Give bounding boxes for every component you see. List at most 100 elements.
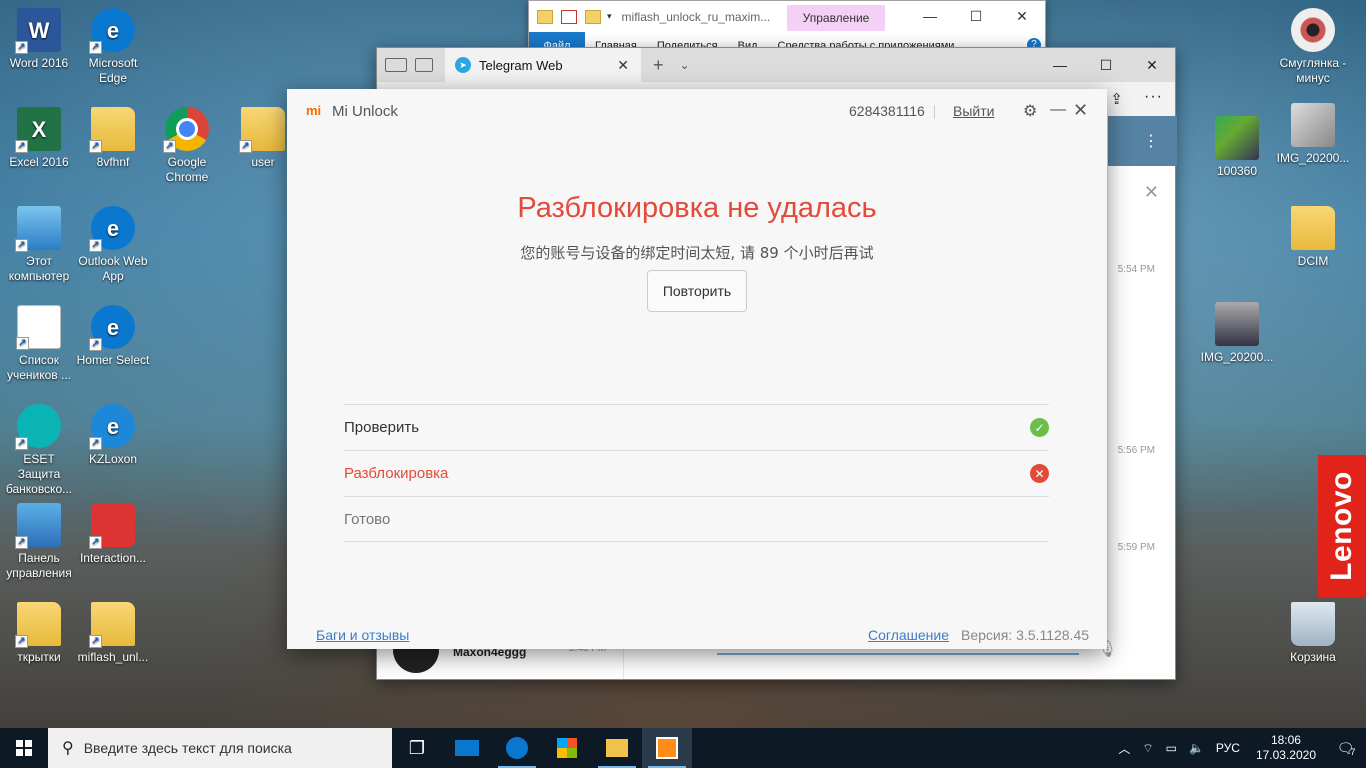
- chevron-up-icon[interactable]: ︿: [1112, 740, 1136, 757]
- folder-icon: [1291, 206, 1335, 250]
- desktop-icon[interactable]: ↗ Панель управления: [2, 503, 76, 581]
- shortcut-arrow-icon: ↗: [89, 437, 102, 450]
- desktop-icon-label: DCIM: [1297, 254, 1329, 268]
- agreement-link[interactable]: Соглашение: [868, 627, 949, 643]
- shortcut-arrow-icon: ↗: [15, 239, 28, 252]
- desktop-icon[interactable]: Корзина: [1276, 602, 1350, 665]
- image-icon: [1215, 116, 1259, 160]
- volume-icon[interactable]: 🔈: [1183, 741, 1210, 755]
- shortcut-arrow-icon: ↗: [15, 635, 28, 648]
- new-folder-icon[interactable]: [585, 9, 601, 24]
- desktop-icon[interactable]: ↗ 8vfhnf: [76, 107, 150, 170]
- edge-maximize-button[interactable]: ☐: [1083, 48, 1129, 82]
- desktop-icon[interactable]: DCIM: [1276, 206, 1350, 269]
- system-tray: ︿ ⌔ ▭ 🔈 РУС 18:06 17.03.2020 🗨 7: [1112, 728, 1366, 768]
- desktop-icon[interactable]: e ↗ Microsoft Edge: [76, 8, 150, 86]
- shortcut-arrow-icon: ↗: [89, 41, 102, 54]
- desktop-icon[interactable]: IMG_20200...: [1276, 103, 1350, 166]
- taskbar-mail[interactable]: [442, 728, 492, 768]
- desktop-icon[interactable]: X ↗ Excel 2016: [2, 107, 76, 170]
- explorer-maximize-button[interactable]: ☐: [953, 1, 999, 31]
- control-panel-icon: ↗: [15, 503, 61, 549]
- network-icon[interactable]: ⌔: [1136, 741, 1159, 756]
- bugs-feedback-link[interactable]: Баги и отзывы: [316, 627, 409, 643]
- taskbar-explorer[interactable]: [592, 728, 642, 768]
- desktop-icon-label: Homer Select: [76, 353, 150, 367]
- desktop-icon[interactable]: ↗ Список учеников ...: [2, 305, 76, 383]
- desktop-icon[interactable]: W ↗ Word 2016: [2, 8, 76, 71]
- telegram-icon: ➤: [455, 57, 471, 73]
- clock[interactable]: 18:06 17.03.2020: [1246, 733, 1326, 763]
- edge-minimize-button[interactable]: —: [1037, 48, 1083, 82]
- eset-icon: ↗: [15, 404, 61, 450]
- notification-center-button[interactable]: 🗨 7: [1326, 728, 1366, 768]
- taskbar-edge[interactable]: [492, 728, 542, 768]
- desktop-icon-label: Excel 2016: [9, 155, 69, 169]
- taskbar-store[interactable]: [542, 728, 592, 768]
- tab-close-icon[interactable]: ✕: [617, 57, 629, 74]
- excel-icon: X ↗: [15, 107, 61, 153]
- battery-icon[interactable]: ▭: [1160, 741, 1183, 755]
- manage-tab[interactable]: Управление: [787, 5, 885, 31]
- desktop-icon-label: Google Chrome: [165, 155, 209, 184]
- desktop-icon[interactable]: e ↗ Homer Select: [76, 305, 150, 368]
- close-icon[interactable]: ✕: [1144, 182, 1159, 203]
- taskbar-mi-unlock[interactable]: [642, 728, 692, 768]
- shortcut-arrow-icon: ↗: [239, 140, 252, 153]
- tabs-dropdown-icon[interactable]: ⌄: [680, 58, 690, 72]
- computer-icon: ↗: [15, 206, 61, 252]
- language-indicator[interactable]: РУС: [1210, 741, 1246, 755]
- minimize-icon[interactable]: —: [1050, 101, 1066, 119]
- shortcut-arrow-icon: ↗: [15, 437, 28, 450]
- share-icon[interactable]: ⇪: [1110, 90, 1123, 108]
- tab-telegram-web[interactable]: ➤ Telegram Web ✕: [445, 48, 641, 82]
- desktop-icon[interactable]: ↗ ткрытки: [2, 602, 76, 665]
- version-label: Версия: 3.5.1128.45: [961, 627, 1090, 643]
- retry-button[interactable]: Повторить: [647, 270, 747, 312]
- logout-link[interactable]: Выйти: [953, 103, 994, 119]
- new-tab-button[interactable]: +: [653, 55, 664, 76]
- message-time: 5:56 PM: [1117, 445, 1155, 456]
- shortcut-arrow-icon: ↗: [15, 41, 28, 54]
- close-icon[interactable]: ✕: [1073, 100, 1088, 121]
- set-tabs-aside-icon[interactable]: [385, 58, 407, 72]
- desktop-icon-label: miflash_unl...: [77, 650, 149, 664]
- chat-menu-icon[interactable]: ⋮: [1143, 131, 1159, 151]
- folder-icon: [537, 9, 553, 24]
- tab-preview-icon[interactable]: [415, 58, 433, 72]
- desktop-icon[interactable]: 100360: [1200, 116, 1274, 179]
- desktop-icon-label: IMG_20200...: [1276, 151, 1350, 165]
- desktop-icon[interactable]: ↗ Google Chrome: [150, 107, 224, 185]
- desktop-icon-label: Корзина: [1290, 650, 1336, 664]
- tab-title: Telegram Web: [479, 57, 563, 73]
- taskbar-search[interactable]: ⚲ Введите здесь текст для поиска: [48, 728, 392, 768]
- mi-titlebar[interactable]: mi Mi Unlock 6284381116 Выйти ⚙ — ✕: [287, 89, 1107, 133]
- desktop-icon[interactable]: ↗ Interaction...: [76, 503, 150, 566]
- desktop-icon[interactable]: ↗ ESET Защита банковско...: [2, 404, 76, 497]
- desktop-icon[interactable]: ↗ miflash_unl...: [76, 602, 150, 665]
- explorer-minimize-button[interactable]: —: [907, 1, 953, 31]
- headset-icon: ↗: [89, 503, 135, 549]
- message-input[interactable]: [717, 653, 1079, 655]
- gear-icon[interactable]: ⚙: [1023, 101, 1037, 121]
- task-view-button[interactable]: ❐: [392, 728, 442, 768]
- more-icon[interactable]: ···: [1144, 88, 1163, 106]
- shortcut-arrow-icon: ↗: [89, 338, 102, 351]
- desktop-icon[interactable]: IMG_20200...: [1200, 302, 1274, 365]
- start-button[interactable]: [0, 728, 48, 768]
- search-icon: ⚲: [62, 740, 74, 757]
- properties-icon[interactable]: [561, 9, 577, 24]
- desktop-icon-label: Outlook Web App: [78, 254, 148, 283]
- audio-disc-icon: [1291, 8, 1335, 52]
- desktop-icon[interactable]: Смуглянка - минус: [1276, 8, 1350, 86]
- quick-access-dropdown-icon[interactable]: ▾: [607, 11, 612, 22]
- edge-close-button[interactable]: ✕: [1129, 48, 1175, 82]
- folder-icon: ↗: [89, 107, 135, 153]
- explorer-close-button[interactable]: ✕: [999, 1, 1045, 31]
- desktop-icon[interactable]: e ↗ KZLoxon: [76, 404, 150, 467]
- step-label: Разблокировка: [344, 465, 449, 482]
- desktop-icon[interactable]: e ↗ Outlook Web App: [76, 206, 150, 284]
- mi-unlock-window[interactable]: mi Mi Unlock 6284381116 Выйти ⚙ — ✕ Разб…: [287, 89, 1107, 649]
- desktop-icon[interactable]: ↗ Этот компьютер: [2, 206, 76, 284]
- mi-logo-icon: mi: [306, 103, 322, 118]
